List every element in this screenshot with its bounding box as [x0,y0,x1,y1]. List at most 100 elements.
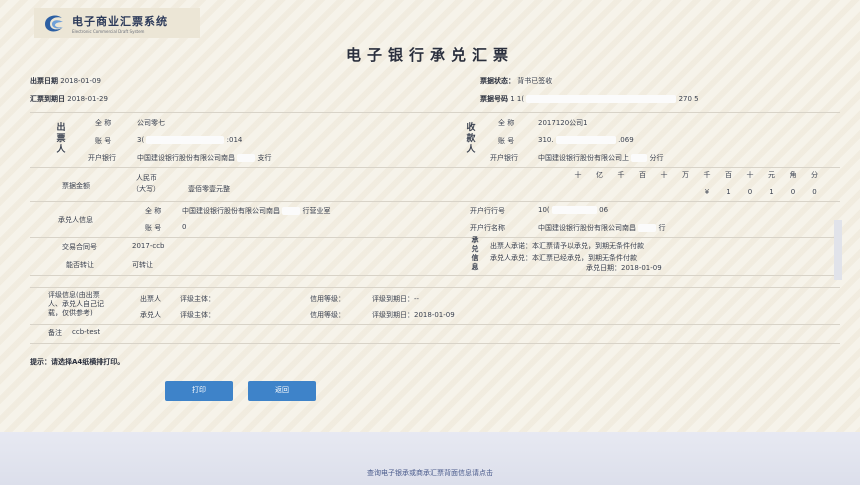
amount-unit-3: 百 [639,171,646,179]
drawer-account-value: 3( :014 [137,136,242,144]
drawer-bank-value: 中国建设银行股份有限公司南昌 支行 [137,153,271,163]
payee-account-label: 账 号 [498,137,515,145]
acceptor-bankname-label: 开户行名称 [470,224,505,232]
payee-bank-suffix: 分行 [649,154,664,162]
credit-r1-role: 出票人 [140,295,161,303]
back-button[interactable]: 返回 [248,381,316,401]
redacted-block [555,136,616,144]
credit-r2-grade: 信用等级： [310,311,345,319]
credit-label: 评级信息(由出票人、承兑人自己记载，仅供参考) [48,291,104,317]
print-button[interactable]: 打印 [165,381,233,401]
bill-number-suffix: 270 5 [678,95,699,103]
credit-r2-role: 承兑人 [140,311,161,319]
credit-section: 评级信息(由出票人、承兑人自己记载，仅供参考) 出票人 评级主体： 信用等级： … [30,287,840,325]
payee-side-label: 收款人 [466,123,476,155]
accept-info-line1: 出票人承诺：本汇票请予以承兑，到期无条件付款 [490,242,644,250]
page-title: 电子银行承兑汇票 [345,46,514,64]
credit-r1-due: 评级到期日：-- [372,295,420,303]
amount-digit-10: 0 [790,188,796,196]
amount-currency: 人民币 [136,174,157,182]
print-hint: 提示：请选择A4纸横排打印。 [30,358,125,366]
amount-digit-8: 0 [747,188,753,196]
issue-date-label: 出票日期 [30,77,58,85]
redacted-block [237,154,256,162]
acceptor-name-suffix: 行营业室 [302,207,331,215]
amount-unit-7: 百 [725,171,732,179]
bill-status-label: 票据状态： [480,77,515,85]
amount-digit-9: 1 [769,188,774,196]
accept-info-side-label: 承兑信息 [471,236,479,271]
bill-status: 票据状态： 背书已签收 [480,76,552,86]
amount-unit-5: 万 [682,171,689,179]
due-date: 汇票到期日 2018-01-29 [30,94,108,104]
amount-digit-7: 1 [726,188,731,196]
remark-section: 备注 ccb-test [30,323,840,344]
parties-section: 出票人 全 称 公司零七 账 号 3( :014 开户银行 中国建设银行股份有限… [30,113,840,168]
amount-unit-2: 千 [617,171,625,179]
contract-label: 交易合同号 [62,243,97,251]
bill-table: 出票人 全 称 公司零七 账 号 3( :014 开户银行 中国建设银行股份有限… [30,112,840,345]
bill-page: 电子商业汇票系统 Electronic Commercial Draft Sys… [0,0,860,485]
redacted-block [146,136,225,144]
amount-section: 票据金额 人民币 （大写） 壹佰零壹元整 [30,167,840,202]
accept-info-line2: 承兑人承兑：本汇票已经承兑，到期无条件付款 [490,254,637,262]
drawer-bank-label: 开户银行 [88,154,116,162]
acceptor-bankname-value: 中国建设银行股份有限公司南昌 行 [538,223,665,233]
acceptor-account-value: 0 [182,223,187,231]
amount-unit-10: 角 [789,171,797,179]
drawer-account-suffix: :014 [226,136,243,144]
payee-bank-label: 开户银行 [490,154,518,162]
drawer-account-prefix: 3( [137,136,145,144]
amount-upper-note: （大写） [132,185,160,193]
amount-unit-6: 千 [703,171,711,179]
accept-info-line3: 承兑日期：2018-01-09 [586,264,662,272]
drawer-bank-name: 中国建设银行股份有限公司南昌 [137,154,235,162]
ecds-logo: 电子商业汇票系统 Electronic Commercial Draft Sys… [34,8,200,38]
remark-label: 备注 [48,329,62,337]
bill-status-value: 背书已签收 [517,77,553,85]
bill-number-label: 票据号码 [480,95,508,103]
acceptor-bankname-suffix: 行 [658,224,666,232]
acceptor-bankno-label: 开户行行号 [470,207,505,215]
amount-upper-value: 壹佰零壹元整 [188,185,230,193]
amount-unit-4: 十 [660,171,668,179]
amount-unit-1: 亿 [596,171,603,179]
amount-unit-11: 分 [811,171,818,179]
acceptor-label: 承兑人信息 [58,216,93,224]
redacted-block [282,207,301,215]
credit-r1-subject: 评级主体： [180,295,215,303]
acceptor-account-label: 账 号 [145,224,162,232]
logo-chinese-text: 电子商业汇票系统 [72,14,168,28]
amount-unit-9: 元 [768,171,775,179]
scrollbar[interactable] [834,220,842,280]
acceptor-name-value: 中国建设银行股份有限公司南昌 行营业室 [182,206,330,216]
payee-account-prefix: 310. [538,136,554,144]
redacted-block [526,95,677,103]
acceptor-bankno-prefix: 10( [538,206,550,214]
acceptor-bankno-value: 10( 06 [538,206,608,214]
transfer-label: 能否转让 [66,261,94,269]
payee-name-value: 2017120公司1 [538,119,588,127]
due-date-value: 2018-01-29 [67,95,108,103]
payee-name-label: 全 称 [498,119,515,127]
contract-section: 交易合同号 2017-ccb 能否转让 可转让 承兑信息 出票人承诺：本汇票请予… [30,236,840,276]
amount-label: 票据金额 [62,182,90,190]
issue-date: 出票日期 2018-01-09 [30,76,101,86]
credit-r2-subject: 评级主体： [180,311,215,319]
amount-unit-8: 十 [746,171,754,179]
acceptor-name-label: 全 称 [145,207,162,215]
drawer-account-label: 账 号 [95,137,112,145]
acceptor-name-text: 中国建设银行股份有限公司南昌 [182,207,280,215]
logo-emblem-icon [45,15,63,32]
payee-bank-value: 中国建设银行股份有限公司上 分行 [538,153,663,163]
drawer-name-label: 全 称 [95,119,112,127]
due-date-label: 汇票到期日 [30,95,65,103]
credit-r2-due: 评级到期日：2018-01-09 [372,311,455,319]
back-info-link[interactable]: 查询电子银承或商承汇票背面信息请点击 [0,468,860,478]
credit-r1-grade: 信用等级： [310,295,345,303]
bill-number: 票据号码 1 1( 270 5 [480,94,699,104]
amount-unit-0: 十 [574,171,582,179]
acceptor-bankno-suffix: 06 [599,206,609,214]
logo-english-text: Electronic Commercial Draft System [72,28,145,34]
remark-value: ccb-test [72,328,101,336]
